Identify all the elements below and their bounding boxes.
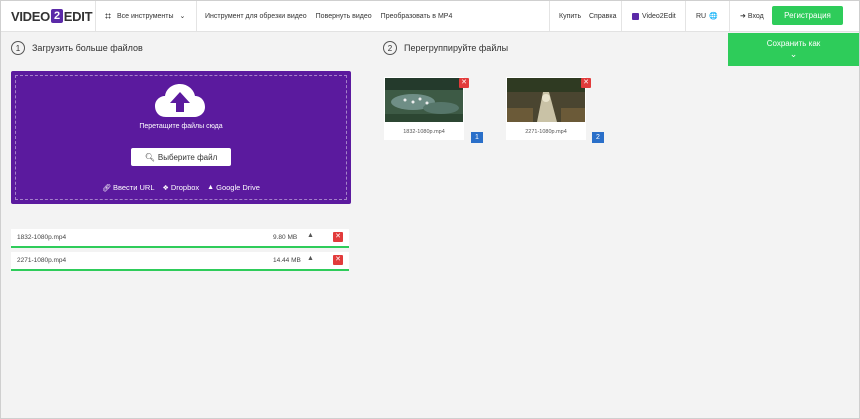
video-preview-image xyxy=(385,78,463,122)
file-name: 1832-1080p.mp4 xyxy=(17,234,67,241)
buy-link[interactable]: Купить xyxy=(559,1,581,31)
file-name: 2271-1080p.mp4 xyxy=(17,257,67,264)
dropbox-label: Dropbox xyxy=(170,183,200,192)
all-tools-dropdown[interactable]: Все инструменты ⌄ xyxy=(105,1,185,31)
google-drive-icon[interactable]: ▲ xyxy=(307,232,314,239)
divider xyxy=(196,1,197,31)
reorder-title: Перегруппируйте файлы xyxy=(404,43,509,53)
order-badge: 2 xyxy=(592,132,604,143)
google-drive-link[interactable]: ▲ Google Drive xyxy=(207,183,260,192)
google-drive-label: Google Drive xyxy=(216,183,260,192)
upload-sources: 🔗︎ Ввести URL ❖ Dropbox ▲ Google Drive xyxy=(11,183,351,192)
chevron-down-icon: ⌄ xyxy=(179,13,186,20)
help-label: Справка xyxy=(589,12,617,20)
file-row: 1832-1080p.mp4 9.80 MB ▲ ✕ xyxy=(11,229,349,248)
file-size: 9.80 MB xyxy=(273,234,298,241)
divider xyxy=(95,1,96,31)
google-drive-icon[interactable]: ▲ xyxy=(307,255,314,262)
divider xyxy=(621,1,622,31)
login-link[interactable]: ➜ Вход xyxy=(740,1,764,31)
save-as-label: Сохранить как xyxy=(766,39,821,48)
language-label: RU xyxy=(696,12,707,20)
video2edit-icon xyxy=(632,12,639,20)
chevron-down-icon: ⌄ xyxy=(789,49,798,59)
file-row: 2271-1080p.mp4 14.44 MB ▲ ✕ xyxy=(11,252,349,271)
reorder-section-title: 2 Перегруппируйте файлы xyxy=(383,41,508,55)
link-rotate-video[interactable]: Повернуть видео xyxy=(316,13,372,20)
link-convert-mp4[interactable]: Преобразовать в MP4 xyxy=(381,13,453,20)
link-cut-video[interactable]: Инструмент для обрезки видео xyxy=(205,13,307,20)
link-icon: 🔗︎ xyxy=(102,184,111,192)
remove-file-button[interactable]: ✕ xyxy=(333,232,343,242)
top-navbar: VIDEO 2 EDIT Все инструменты ⌄ Инструмент … xyxy=(1,1,859,32)
divider xyxy=(729,1,730,31)
upload-section-title: 1 Загрузить больше файлов xyxy=(11,41,143,55)
remove-file-button[interactable]: ✕ xyxy=(333,255,343,265)
remove-thumbnail-button[interactable]: ✕ xyxy=(581,78,591,88)
save-as-button[interactable]: Сохранить как ⌄ xyxy=(728,33,859,66)
divider xyxy=(685,1,686,31)
app-frame: VIDEO 2 EDIT Все инструменты ⌄ Инструмент … xyxy=(0,0,860,419)
thumbnail-caption: 1832-1080p.mp4 xyxy=(403,129,445,135)
login-label: Вход xyxy=(747,12,764,20)
choose-file-button[interactable]: 🔍︎ Выберите файл xyxy=(131,148,231,166)
logo-text-left: VIDEO xyxy=(11,8,50,24)
video-thumbnail[interactable]: 2271-1080p.mp4 ✕ xyxy=(506,77,591,140)
remove-thumbnail-button[interactable]: ✕ xyxy=(459,78,469,88)
thumbnail-caption: 2271-1080p.mp4 xyxy=(525,129,567,135)
file-size: 14.44 MB xyxy=(273,257,301,264)
divider xyxy=(549,1,550,31)
sign-in-icon: ➜ xyxy=(740,13,746,20)
logo-badge: 2 xyxy=(50,9,63,23)
drop-instructions: Перетащите файлы сюда xyxy=(139,123,223,130)
search-icon: 🔍︎ xyxy=(144,152,155,162)
logo[interactable]: VIDEO 2 EDIT xyxy=(11,8,93,24)
dropbox-icon: ❖ xyxy=(162,184,169,192)
all-tools-label: Все инструменты xyxy=(117,12,174,20)
dropbox-link[interactable]: ❖ Dropbox xyxy=(163,183,200,192)
video2edit-link[interactable]: Video2Edit xyxy=(632,1,676,31)
order-badge: 1 xyxy=(471,132,483,143)
step-number: 1 xyxy=(11,41,25,55)
upload-title: Загрузить больше файлов xyxy=(32,43,143,53)
buy-label: Купить xyxy=(559,12,582,20)
logo-text-right: EDIT xyxy=(63,8,93,24)
language-selector[interactable]: RU 🌐 xyxy=(696,1,718,31)
cloud-upload-icon xyxy=(155,84,205,117)
enter-url-label: Ввести URL xyxy=(112,183,155,192)
video-preview-image xyxy=(507,78,585,122)
globe-icon: 🌐 xyxy=(709,13,718,20)
tool-links: Инструмент для обрезки видео Повернуть в… xyxy=(205,1,461,31)
enter-url-link[interactable]: 🔗︎ Ввести URL xyxy=(102,183,154,192)
step-number: 2 xyxy=(383,41,397,55)
register-button[interactable]: Регистрация xyxy=(772,6,843,25)
video2edit-label: Video2Edit xyxy=(642,12,676,20)
choose-file-label: Выберите файл xyxy=(157,152,218,162)
help-link[interactable]: Справка xyxy=(589,1,616,31)
grid-icon xyxy=(105,13,111,19)
video-thumbnail[interactable]: 1832-1080p.mp4 ✕ xyxy=(384,77,469,140)
google-drive-icon: ▲ xyxy=(207,184,215,191)
